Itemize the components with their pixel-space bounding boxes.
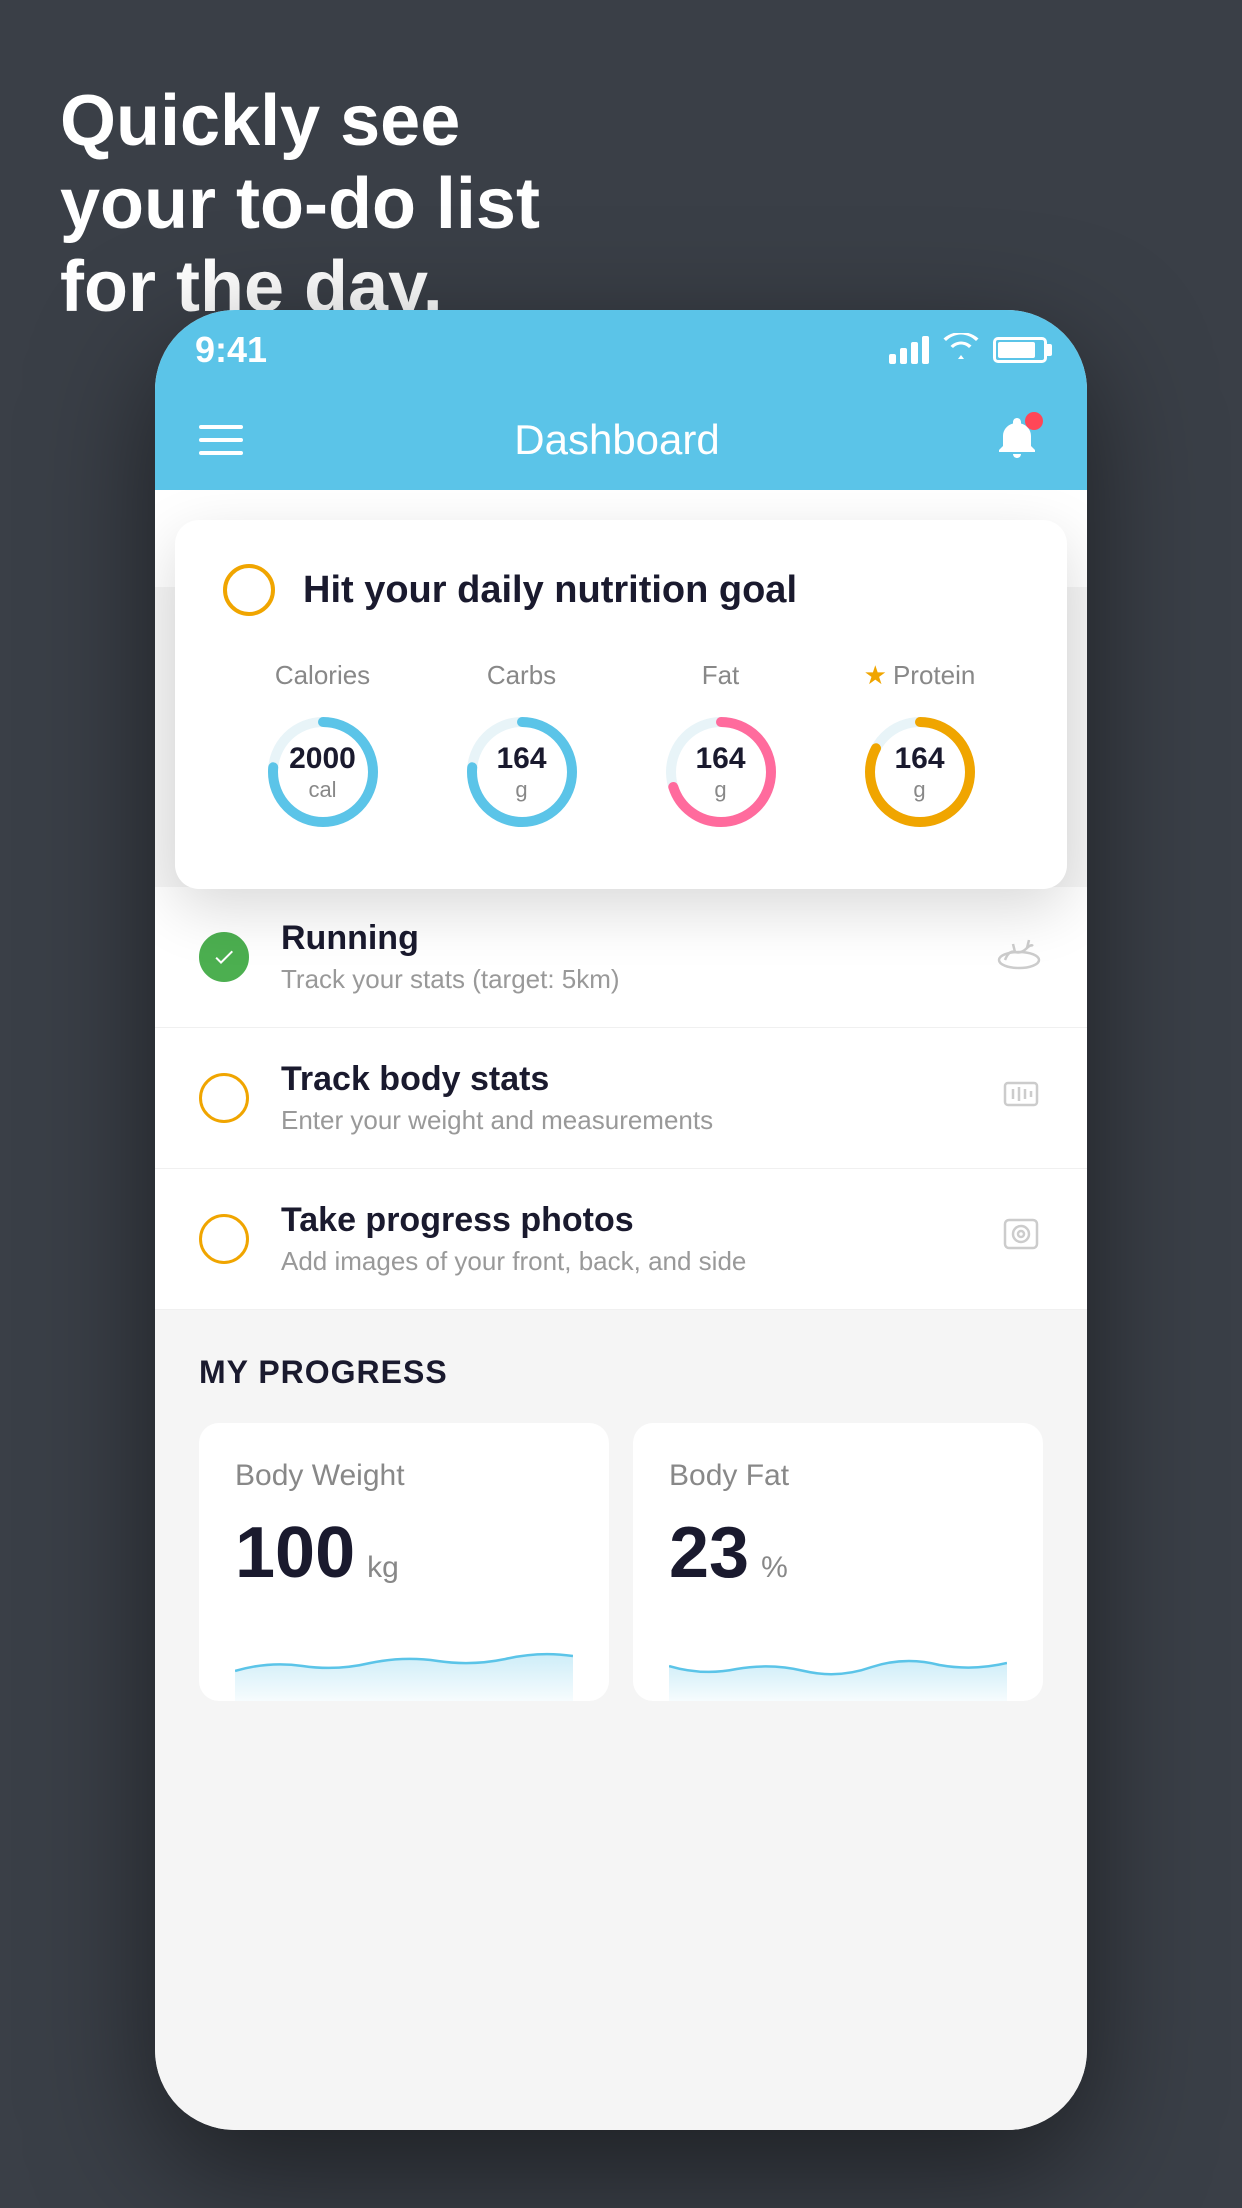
calories-label: Calories — [275, 660, 370, 691]
battery-icon — [993, 337, 1047, 363]
nav-bar: Dashboard — [155, 390, 1087, 490]
nav-title: Dashboard — [514, 416, 719, 464]
body-weight-value: 100 — [235, 1517, 355, 1589]
hamburger-menu[interactable] — [199, 425, 243, 455]
calories-value: 2000 — [289, 741, 356, 777]
todo-running-title: Running — [281, 919, 963, 958]
nutrition-card: Hit your daily nutrition goal Calories 2… — [175, 520, 1067, 889]
body-weight-unit: kg — [367, 1551, 399, 1585]
status-icons — [889, 333, 1047, 368]
protein-value: 164 — [894, 741, 944, 777]
progress-section: MY PROGRESS Body Weight 100 kg — [155, 1310, 1087, 1701]
protein-label-row: ★ Protein — [864, 660, 976, 691]
body-weight-value-row: 100 kg — [235, 1517, 573, 1589]
star-icon: ★ — [864, 660, 887, 691]
fat-unit: g — [695, 777, 745, 803]
todo-radio-running[interactable] — [199, 932, 249, 982]
nutrition-carbs: Carbs 164 g — [457, 660, 587, 837]
body-fat-card: Body Fat 23 % — [633, 1423, 1043, 1701]
headline-line1: Quickly see — [60, 80, 540, 163]
protein-circle: 164 g — [855, 707, 985, 837]
todo-item-body-stats[interactable]: Track body stats Enter your weight and m… — [155, 1028, 1087, 1169]
carbs-value: 164 — [496, 741, 546, 777]
nutrition-protein: ★ Protein 164 g — [855, 660, 985, 837]
carbs-unit: g — [496, 777, 546, 803]
phone-frame: 9:41 Da — [155, 310, 1087, 2130]
todo-running-text: Running Track your stats (target: 5km) — [281, 919, 963, 995]
todo-radio-body-stats[interactable] — [199, 1073, 249, 1123]
headline-line2: your to-do list — [60, 163, 540, 246]
todo-radio-photos[interactable] — [199, 1214, 249, 1264]
todo-list: Running Track your stats (target: 5km) T… — [155, 887, 1087, 1310]
calories-unit: cal — [289, 777, 356, 803]
todo-running-subtitle: Track your stats (target: 5km) — [281, 964, 963, 995]
calories-circle: 2000 cal — [258, 707, 388, 837]
progress-cards: Body Weight 100 kg — [199, 1423, 1043, 1701]
todo-photos-subtitle: Add images of your front, back, and side — [281, 1246, 967, 1277]
todo-body-stats-title: Track body stats — [281, 1060, 967, 1099]
protein-unit: g — [894, 777, 944, 803]
progress-title: MY PROGRESS — [199, 1354, 1043, 1391]
todo-item-photos[interactable]: Take progress photos Add images of your … — [155, 1169, 1087, 1310]
body-weight-card-title: Body Weight — [235, 1459, 573, 1493]
notification-dot — [1025, 412, 1043, 430]
todo-item-running[interactable]: Running Track your stats (target: 5km) — [155, 887, 1087, 1028]
nutrition-circles: Calories 2000 cal Carbs — [223, 660, 1019, 837]
todo-body-stats-text: Track body stats Enter your weight and m… — [281, 1060, 967, 1136]
fat-circle: 164 g — [656, 707, 786, 837]
headline: Quickly see your to-do list for the day. — [60, 80, 540, 328]
body-fat-card-title: Body Fat — [669, 1459, 1007, 1493]
photos-icon — [999, 1212, 1043, 1266]
body-fat-value-row: 23 % — [669, 1517, 1007, 1589]
nutrition-fat: Fat 164 g — [656, 660, 786, 837]
status-time: 9:41 — [195, 329, 267, 371]
body-fat-unit: % — [761, 1551, 788, 1585]
carbs-label: Carbs — [487, 660, 556, 691]
nutrition-calories: Calories 2000 cal — [258, 660, 388, 837]
notification-bell-button[interactable] — [991, 412, 1043, 469]
todo-body-stats-subtitle: Enter your weight and measurements — [281, 1105, 967, 1136]
body-weight-wave — [235, 1621, 573, 1701]
body-fat-value: 23 — [669, 1517, 749, 1589]
protein-label: Protein — [893, 660, 975, 691]
todo-photos-title: Take progress photos — [281, 1201, 967, 1240]
signal-icon — [889, 336, 929, 364]
wifi-icon — [943, 333, 979, 368]
fat-label: Fat — [702, 660, 740, 691]
status-bar: 9:41 — [155, 310, 1087, 390]
fat-value: 164 — [695, 741, 745, 777]
running-icon — [995, 932, 1043, 982]
card-title: Hit your daily nutrition goal — [303, 569, 797, 612]
body-fat-wave — [669, 1621, 1007, 1701]
todo-photos-text: Take progress photos Add images of your … — [281, 1201, 967, 1277]
card-header: Hit your daily nutrition goal — [223, 564, 1019, 616]
body-stats-icon — [999, 1071, 1043, 1125]
main-content: THINGS TO DO TODAY Hit your daily nutrit… — [155, 490, 1087, 2130]
carbs-circle: 164 g — [457, 707, 587, 837]
todo-radio-nutrition[interactable] — [223, 564, 275, 616]
body-weight-card: Body Weight 100 kg — [199, 1423, 609, 1701]
